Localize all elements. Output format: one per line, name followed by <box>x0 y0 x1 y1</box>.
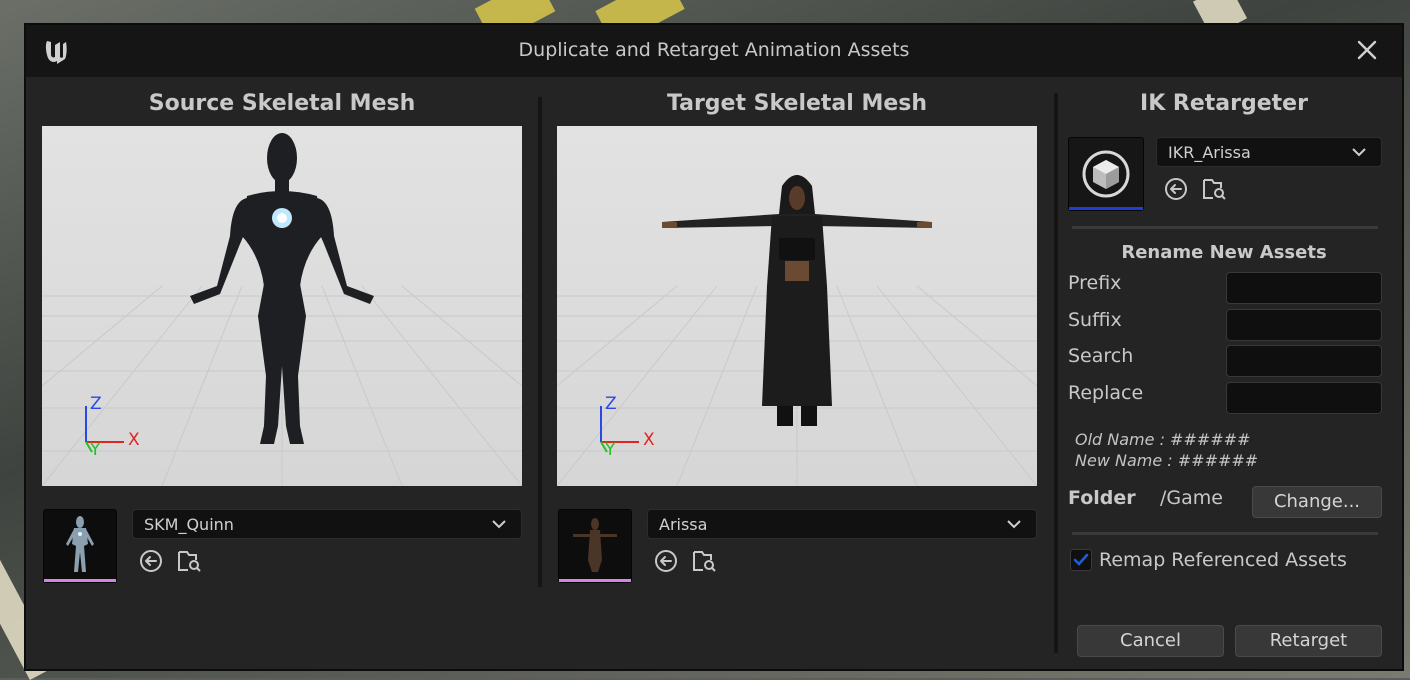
target-heading: Target Skeletal Mesh <box>666 91 928 116</box>
retarget-button[interactable]: Retarget <box>1235 625 1382 657</box>
remap-label[interactable]: Remap Referenced Assets <box>1099 549 1347 571</box>
prefix-label: Prefix <box>1068 272 1122 294</box>
axis-z-label: Z <box>90 394 102 414</box>
use-selected-asset-icon[interactable] <box>653 548 679 574</box>
source-viewport[interactable]: Z X Y <box>42 126 522 486</box>
section-separator <box>1072 532 1378 535</box>
thumb-type-bar <box>559 579 631 582</box>
cancel-button[interactable]: Cancel <box>1077 625 1224 657</box>
target-viewport[interactable]: Z X Y <box>557 126 1037 486</box>
source-mesh-dropdown[interactable]: SKM_Quinn <box>132 509 522 539</box>
target-mesh-dropdown[interactable]: Arissa <box>647 509 1037 539</box>
retarget-dialog: Duplicate and Retarget Animation Assets … <box>24 23 1404 671</box>
search-input[interactable] <box>1226 345 1382 377</box>
title-bar: Duplicate and Retarget Animation Assets <box>26 25 1402 77</box>
chevron-down-icon <box>492 520 506 529</box>
column-divider <box>1054 93 1058 653</box>
viewport-grid <box>42 126 522 486</box>
search-label: Search <box>1068 345 1134 367</box>
ik-retargeter-asset-icon <box>1082 150 1130 198</box>
rename-heading: Rename New Assets <box>1121 242 1327 263</box>
folder-path: /Game <box>1160 487 1223 509</box>
new-name-preview: New Name : ###### <box>1075 451 1259 470</box>
axis-y-label: Y <box>605 440 616 460</box>
target-mesh-thumbnail[interactable] <box>559 510 631 582</box>
axis-z-label: Z <box>605 394 617 414</box>
suffix-label: Suffix <box>1068 309 1122 331</box>
suffix-input[interactable] <box>1226 309 1382 341</box>
prefix-input[interactable] <box>1226 272 1382 304</box>
thumb-type-bar <box>1069 207 1143 210</box>
retargeter-heading: IK Retargeter <box>1140 91 1308 116</box>
checkmark-icon <box>1073 553 1089 566</box>
chevron-down-icon <box>1007 520 1021 529</box>
axis-x-label: X <box>128 430 140 450</box>
use-selected-asset-icon[interactable] <box>138 548 164 574</box>
column-divider <box>538 97 542 587</box>
section-separator <box>1072 226 1378 229</box>
retargeter-value: IKR_Arissa <box>1168 143 1251 162</box>
retargeter-thumbnail[interactable] <box>1069 138 1143 210</box>
folder-label: Folder <box>1068 487 1136 509</box>
axis-x-label: X <box>643 430 655 450</box>
axis-y-label: Y <box>90 440 101 460</box>
target-mesh-value: Arissa <box>659 515 708 534</box>
retargeter-dropdown[interactable]: IKR_Arissa <box>1156 137 1382 167</box>
change-folder-button[interactable]: Change... <box>1252 486 1382 518</box>
old-name-preview: Old Name : ###### <box>1075 430 1251 449</box>
browse-asset-icon[interactable] <box>691 548 717 574</box>
thumb-type-bar <box>44 579 116 582</box>
window-title: Duplicate and Retarget Animation Assets <box>518 39 910 61</box>
replace-label: Replace <box>1068 382 1144 404</box>
source-heading: Source Skeletal Mesh <box>148 91 416 116</box>
chevron-down-icon <box>1352 148 1366 157</box>
browse-asset-icon[interactable] <box>1201 176 1227 202</box>
mesh-preview-icon <box>44 510 116 579</box>
source-mesh-thumbnail[interactable] <box>44 510 116 582</box>
replace-input[interactable] <box>1226 382 1382 414</box>
mesh-preview-icon <box>559 510 631 579</box>
close-icon[interactable] <box>1354 37 1380 63</box>
browse-asset-icon[interactable] <box>176 548 202 574</box>
source-mesh-value: SKM_Quinn <box>144 515 234 534</box>
remap-checkbox[interactable] <box>1070 549 1092 571</box>
viewport-grid <box>557 126 1037 486</box>
use-selected-asset-icon[interactable] <box>1163 176 1189 202</box>
